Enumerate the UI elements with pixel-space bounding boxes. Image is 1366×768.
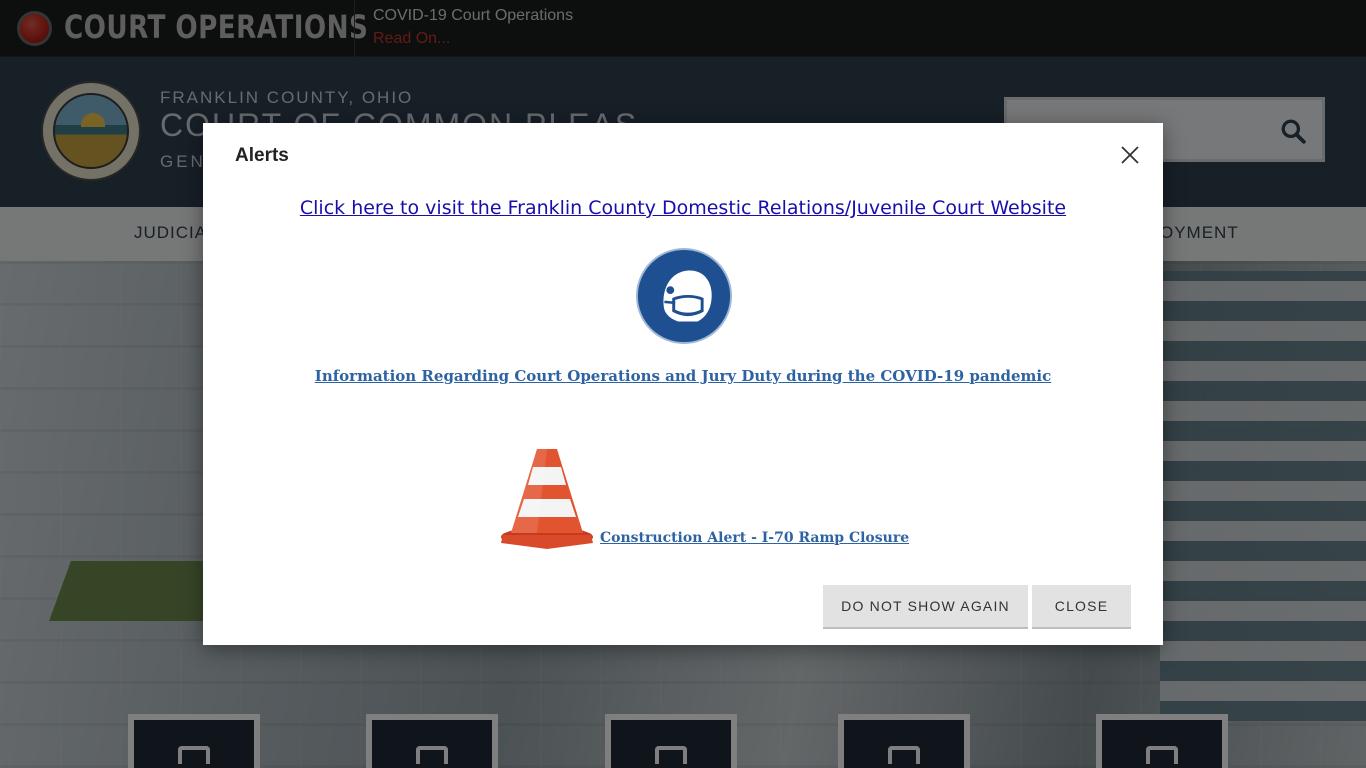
alerts-modal: Alerts Click here to visit the Franklin … — [203, 123, 1163, 645]
traffic-cone-icon — [501, 449, 593, 549]
do-not-show-again-button[interactable]: DO NOT SHOW AGAIN — [823, 585, 1028, 629]
close-button[interactable]: CLOSE — [1032, 585, 1131, 629]
face-mask-icon — [635, 247, 733, 345]
close-icon[interactable] — [1118, 143, 1142, 167]
construction-alert-link[interactable]: Construction Alert - I-70 Ramp Closure — [600, 530, 909, 546]
domestic-relations-court-link[interactable]: Click here to visit the Franklin County … — [203, 197, 1163, 219]
modal-title: Alerts — [235, 145, 289, 166]
covid-operations-link[interactable]: Information Regarding Court Operations a… — [203, 367, 1163, 385]
